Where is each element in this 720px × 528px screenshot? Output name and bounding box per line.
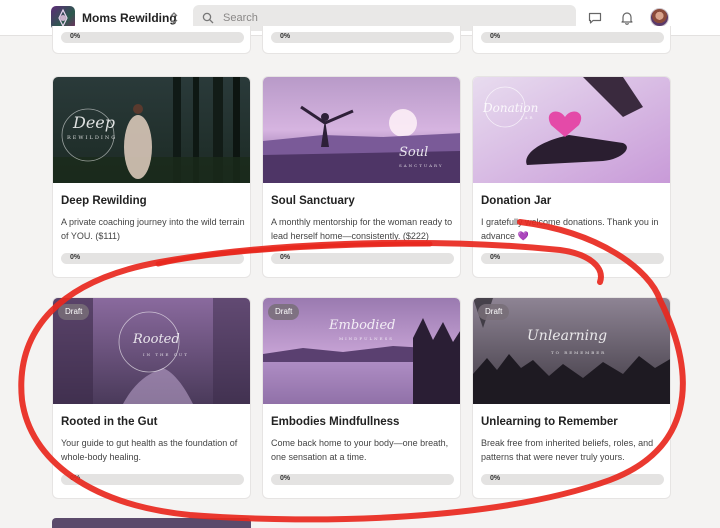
thumbnail-title: Embodied <box>329 318 396 333</box>
course-title[interactable]: Donation Jar <box>481 195 551 207</box>
course-thumbnail[interactable]: Donation JAR <box>473 77 670 183</box>
progress-label: 0% <box>490 33 501 40</box>
course-card-deep-rewilding[interactable]: Deep REWILDING Deep Rewilding A private … <box>52 76 251 278</box>
course-card-donation-jar[interactable]: Donation JAR Donation Jar I gratefully w… <box>472 76 671 278</box>
course-description: A private coaching journey into the wild… <box>61 217 245 241</box>
progress-label: 0% <box>280 254 291 261</box>
chat-bubble-icon[interactable] <box>587 10 603 26</box>
progress-bar: 0% <box>271 474 454 485</box>
course-card-embodied-mindfulness[interactable]: Embodied MINDFULNESS Draft Embodies Mind… <box>262 297 461 499</box>
thumbnail-subtitle: MINDFULNESS <box>339 336 395 341</box>
draft-badge: Draft <box>58 304 90 320</box>
course-card-stub[interactable]: 0% <box>262 26 461 54</box>
progress-bar: 0% <box>61 32 244 43</box>
course-card-unlearning-to-remember[interactable]: Unlearning TO REMEMBER Draft Unlearning … <box>472 297 671 499</box>
progress-label: 0% <box>70 475 81 482</box>
course-description: I gratefully welcome donations. Thank yo… <box>481 217 659 241</box>
progress-bar: 0% <box>61 253 244 264</box>
course-thumbnail[interactable]: Unlearning TO REMEMBER Draft <box>473 298 670 404</box>
course-card-peek[interactable] <box>52 518 251 528</box>
progress-label: 0% <box>280 33 291 40</box>
course-description: Your guide to gut health as the foundati… <box>61 438 238 462</box>
course-card-stub[interactable]: 0% <box>52 26 251 54</box>
thumbnail-subtitle: TO REMEMBER <box>551 350 607 355</box>
progress-label: 0% <box>70 33 81 40</box>
course-thumbnail[interactable]: Embodied MINDFULNESS Draft <box>263 298 460 404</box>
course-description: A monthly mentorship for the woman ready… <box>271 217 453 241</box>
thumbnail-title: Donation <box>483 101 539 115</box>
progress-bar: 0% <box>271 253 454 264</box>
app-name[interactable]: Moms Rewilding <box>82 11 177 25</box>
course-thumbnail[interactable]: Rooted IN THE GUT Draft <box>53 298 250 404</box>
thumbnail-subtitle: REWILDING <box>67 135 118 141</box>
progress-label: 0% <box>70 254 81 261</box>
course-thumbnail[interactable]: Deep REWILDING <box>53 77 250 183</box>
thumbnail-title: Deep <box>73 113 116 132</box>
bell-icon[interactable] <box>619 10 635 26</box>
progress-label: 0% <box>280 475 291 482</box>
thumbnail-subtitle: JAR <box>521 115 535 120</box>
course-thumbnail[interactable]: Soul SANCTUARY <box>263 77 460 183</box>
course-title[interactable]: Rooted in the Gut <box>61 416 157 428</box>
thumbnail-subtitle: SANCTUARY <box>399 163 444 168</box>
course-description: Come back home to your body—one breath, … <box>271 438 449 462</box>
progress-bar: 0% <box>271 32 454 43</box>
course-title[interactable]: Deep Rewilding <box>61 195 147 207</box>
course-title[interactable]: Unlearning to Remember <box>481 416 618 428</box>
progress-bar: 0% <box>481 32 664 43</box>
course-title[interactable]: Soul Sanctuary <box>271 195 355 207</box>
search-icon <box>202 12 214 24</box>
thumbnail-title: Rooted <box>133 332 180 347</box>
course-card-soul-sanctuary[interactable]: Soul SANCTUARY Soul Sanctuary A monthly … <box>262 76 461 278</box>
draft-badge: Draft <box>268 304 300 320</box>
progress-bar: 0% <box>481 474 664 485</box>
course-title[interactable]: Embodies Mindfullness <box>271 416 399 428</box>
course-description: Break free from inherited beliefs, roles… <box>481 438 654 462</box>
thumbnail-subtitle: IN THE GUT <box>143 352 189 357</box>
chevron-up-down-icon[interactable] <box>168 10 180 26</box>
progress-bar: 0% <box>481 253 664 264</box>
progress-label: 0% <box>490 475 501 482</box>
progress-bar: 0% <box>61 474 244 485</box>
course-card-stub[interactable]: 0% <box>472 26 671 54</box>
user-avatar[interactable] <box>650 8 669 27</box>
course-card-rooted-in-the-gut[interactable]: Rooted IN THE GUT Draft Rooted in the Gu… <box>52 297 251 499</box>
draft-badge: Draft <box>478 304 510 320</box>
thumbnail-title: Unlearning <box>527 328 608 344</box>
thumbnail-title: Soul <box>399 145 429 160</box>
progress-label: 0% <box>490 254 501 261</box>
